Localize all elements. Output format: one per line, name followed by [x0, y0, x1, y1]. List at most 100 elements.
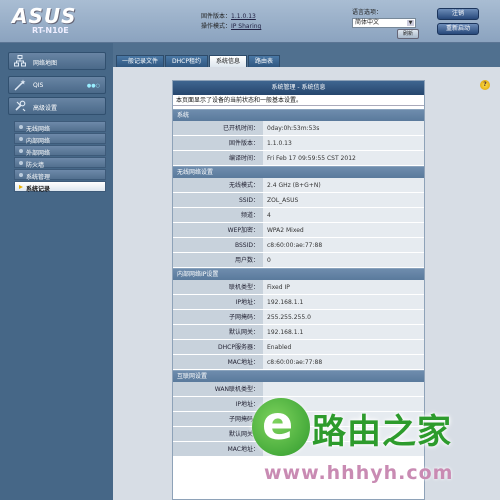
- tools-icon: [15, 100, 26, 112]
- help-icon[interactable]: ?: [480, 80, 490, 90]
- row-key: 联机类型：: [173, 280, 263, 294]
- row-key: WAN联机类型：: [173, 382, 263, 396]
- language-value: 简体中文: [355, 19, 380, 26]
- tab-system-info[interactable]: 系统信息: [209, 55, 247, 67]
- mode-link[interactable]: IP Sharing: [231, 23, 261, 30]
- table-row: 用户数： 0: [173, 253, 424, 268]
- row-key: 子网掩码：: [173, 310, 263, 324]
- table-row: WEP加密： WPA2 Mixed: [173, 223, 424, 238]
- sidebar: 网络地图 QIS ●●○ 高级设置 无线网络 内部网络 外部网络 防火墙 系统管…: [0, 43, 113, 500]
- row-value: c8:60:00:ae:77:88: [263, 238, 424, 252]
- row-key: 频道：: [173, 208, 263, 222]
- watermark-logo-icon: e: [252, 396, 310, 456]
- chevron-down-icon: ▼: [407, 20, 414, 26]
- tab-dhcp-leases[interactable]: DHCP租约: [165, 55, 208, 67]
- language-label: 语言选项：: [352, 9, 383, 16]
- row-value: [263, 382, 424, 396]
- bullet-icon: [19, 149, 23, 153]
- row-value: 192.168.1.1: [263, 295, 424, 309]
- table-row: DHCP服务器： Enabled: [173, 340, 424, 355]
- header-bar: ASUS RT-N10E 固件版本：1.1.0.13 操作模式：IP Shari…: [0, 0, 500, 43]
- mode-label: 操作模式：: [201, 23, 232, 30]
- sidebar-item-wireless[interactable]: 无线网络: [14, 121, 106, 133]
- row-value: WPA2 Mixed: [263, 223, 424, 237]
- sidebar-item-system-log[interactable]: 系统记录: [14, 181, 106, 193]
- tab-general-log[interactable]: 一般记录文件: [116, 55, 164, 67]
- row-value: 4: [263, 208, 424, 222]
- bullet-icon: [19, 173, 23, 177]
- watermark-logo-letter: e: [262, 396, 294, 450]
- firmware-link[interactable]: 1.1.0.13: [231, 13, 256, 20]
- row-key: BSSID：: [173, 238, 263, 252]
- bullet-icon: [19, 125, 23, 129]
- table-row: 已开机时间： 0day:0h:53m:53s: [173, 121, 424, 136]
- brand-logo-text: ASUS: [12, 4, 77, 28]
- language-select[interactable]: 简体中文 ▼: [352, 18, 416, 28]
- row-key: 无线模式：: [173, 178, 263, 192]
- qis-status-indicator: ●●○: [86, 83, 100, 89]
- sidebar-subitem-label: 外部网络: [26, 150, 51, 157]
- sidebar-item-label: 高级设置: [33, 105, 58, 112]
- row-key: 编译时间：: [173, 151, 263, 165]
- row-key: 固件版本：: [173, 136, 263, 150]
- sidebar-item-advanced[interactable]: 高级设置: [8, 97, 106, 115]
- logout-button[interactable]: 注销: [437, 8, 479, 20]
- arrow-right-icon: [19, 185, 23, 189]
- firmware-label: 固件版本：: [201, 13, 232, 20]
- table-row: SSID： ZOL_ASUS: [173, 193, 424, 208]
- sidebar-subitem-label: 防火墙: [26, 162, 45, 169]
- asus-logo[interactable]: ASUS RT-N10E: [12, 4, 90, 40]
- table-row: BSSID： c8:60:00:ae:77:88: [173, 238, 424, 253]
- sidebar-item-lan[interactable]: 内部网络: [14, 133, 106, 145]
- table-row: MAC地址： c8:60:00:ae:77:88: [173, 355, 424, 370]
- row-key: WEP加密：: [173, 223, 263, 237]
- sidebar-item-qis[interactable]: QIS ●●○: [8, 76, 106, 94]
- sidebar-subitem-label: 无线网络: [26, 126, 51, 133]
- row-value: 1.1.0.13: [263, 136, 424, 150]
- sidebar-subitem-label: 系统记录: [26, 186, 51, 193]
- sidebar-item-administration[interactable]: 系统管理: [14, 169, 106, 181]
- reboot-button[interactable]: 重新启动: [437, 23, 479, 35]
- table-row: 无线模式： 2.4 GHz (B+G+N): [173, 178, 424, 193]
- section-header-system: 系统: [173, 109, 424, 121]
- row-key: IP地址：: [173, 295, 263, 309]
- table-row: WAN联机类型：: [173, 382, 424, 397]
- language-box: 语言选项： 简体中文 ▼: [352, 7, 416, 28]
- tab-routing-table[interactable]: 路由表: [248, 55, 280, 67]
- sidebar-item-label: QIS: [33, 82, 44, 89]
- network-map-icon: [14, 55, 26, 67]
- sidebar-item-wan[interactable]: 外部网络: [14, 145, 106, 157]
- watermark-site-name: 路由之家: [312, 412, 452, 452]
- row-value: Fri Feb 17 09:59:55 CST 2012: [263, 151, 424, 165]
- row-value: ZOL_ASUS: [263, 193, 424, 207]
- table-row: 子网掩码： 255.255.255.0: [173, 310, 424, 325]
- sidebar-subitem-label: 系统管理: [26, 174, 51, 181]
- bullet-icon: [19, 161, 23, 165]
- sidebar-item-label: 网络地图: [33, 60, 58, 67]
- row-value: 2.4 GHz (B+G+N): [263, 178, 424, 192]
- table-row: 固件版本： 1.1.0.13: [173, 136, 424, 151]
- row-key: SSID：: [173, 193, 263, 207]
- wand-icon: [14, 79, 26, 91]
- row-key: 默认网关：: [173, 325, 263, 339]
- sidebar-item-network-map[interactable]: 网络地图: [8, 52, 106, 70]
- section-header-lan: 内部网络IP设置: [173, 268, 424, 280]
- sidebar-item-firewall[interactable]: 防火墙: [14, 157, 106, 169]
- panel-description: 本页面显示了设备的当前状态和一般基本设置。: [173, 95, 424, 106]
- section-header-internet: 互联网设置: [173, 370, 424, 382]
- table-row: IP地址： 192.168.1.1: [173, 295, 424, 310]
- panel-title: 系统管理 - 系统信息: [173, 81, 424, 95]
- watermark: e 路由之家 www.hhhyh.com: [248, 396, 500, 500]
- row-value: 0: [263, 253, 424, 267]
- sidebar-subitem-label: 内部网络: [26, 138, 51, 145]
- refresh-button[interactable]: 刷新: [397, 29, 419, 39]
- row-key: 用户数：: [173, 253, 263, 267]
- table-row: 联机类型： Fixed IP: [173, 280, 424, 295]
- row-value: 255.255.255.0: [263, 310, 424, 324]
- row-value: Fixed IP: [263, 280, 424, 294]
- table-row: 编译时间： Fri Feb 17 09:59:55 CST 2012: [173, 151, 424, 166]
- row-value: 0day:0h:53m:53s: [263, 121, 424, 135]
- row-key: DHCP服务器：: [173, 340, 263, 354]
- watermark-url: www.hhhyh.com: [264, 462, 454, 484]
- model-name: RT-N10E: [32, 26, 69, 35]
